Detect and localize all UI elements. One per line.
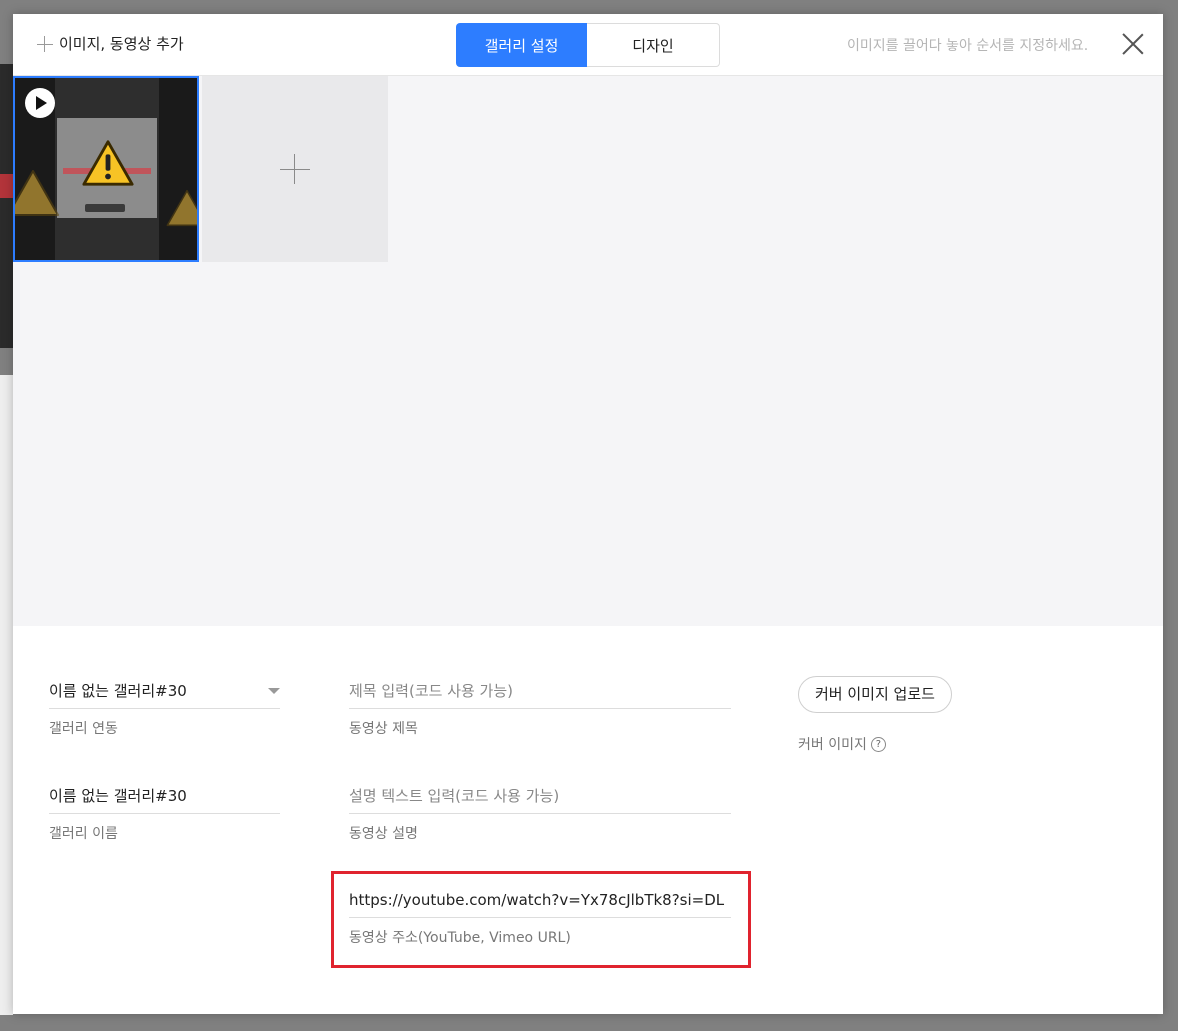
warning-icon: [15, 170, 59, 216]
add-item-tile[interactable]: [202, 76, 388, 262]
tab-design[interactable]: 디자인: [587, 23, 720, 67]
play-icon: [25, 88, 55, 118]
modal-header: 이미지, 동영상 추가 갤러리 설정 디자인 이미지를 끌어다 놓아 순서를 지…: [13, 14, 1163, 76]
video-description-input[interactable]: 설명 텍스트 입력(코드 사용 가능): [349, 778, 731, 814]
gallery-link-select[interactable]: 이름 없는 갤러리#30 갤러리 연동: [49, 673, 280, 738]
warning-icon: [166, 189, 197, 227]
chevron-down-icon[interactable]: [268, 688, 280, 694]
close-icon[interactable]: [1121, 32, 1145, 56]
video-description-field: 설명 텍스트 입력(코드 사용 가능) 동영상 설명: [349, 778, 731, 843]
background-content-fragment: [0, 375, 13, 1015]
video-thumbnail[interactable]: [13, 76, 199, 262]
add-media-label: 이미지, 동영상 추가: [59, 35, 184, 53]
gallery-settings-modal: 이미지, 동영상 추가 갤러리 설정 디자인 이미지를 끌어다 놓아 순서를 지…: [13, 14, 1163, 1014]
video-title-input[interactable]: 제목 입력(코드 사용 가능): [349, 673, 731, 709]
plus-icon: [37, 35, 53, 52]
video-description-caption: 동영상 설명: [349, 826, 418, 842]
video-title-caption: 동영상 제목: [349, 721, 418, 737]
settings-form: 이름 없는 갤러리#30 갤러리 연동 제목 입력(코드 사용 가능) 동영상 …: [13, 626, 1163, 1014]
video-title-field: 제목 입력(코드 사용 가능) 동영상 제목: [349, 673, 731, 738]
tab-gallery-settings[interactable]: 갤러리 설정: [456, 23, 587, 67]
cover-image-label: 커버 이미지: [798, 737, 867, 753]
background-image-fragment: [0, 64, 13, 348]
highlight-box: [331, 871, 751, 968]
plus-icon: [280, 154, 310, 184]
gallery-link-caption: 갤러리 연동: [49, 721, 118, 737]
gallery-link-value[interactable]: 이름 없는 갤러리#30: [49, 673, 280, 709]
gallery-name-field: 이름 없는 갤러리#30 갤러리 이름: [49, 778, 280, 843]
cover-image-caption: 커버 이미지 ?: [798, 734, 886, 754]
cover-upload-button[interactable]: 커버 이미지 업로드: [798, 676, 952, 713]
gallery-name-caption: 갤러리 이름: [49, 826, 118, 842]
add-media-button[interactable]: 이미지, 동영상 추가: [37, 33, 184, 54]
gallery-grid: [13, 76, 1163, 626]
help-icon[interactable]: ?: [870, 736, 886, 752]
tab-group: 갤러리 설정 디자인: [456, 23, 720, 67]
reorder-hint: 이미지를 끌어다 놓아 순서를 지정하세요.: [847, 38, 1089, 54]
warning-icon: [82, 140, 134, 186]
gallery-name-input[interactable]: 이름 없는 갤러리#30: [49, 778, 280, 814]
